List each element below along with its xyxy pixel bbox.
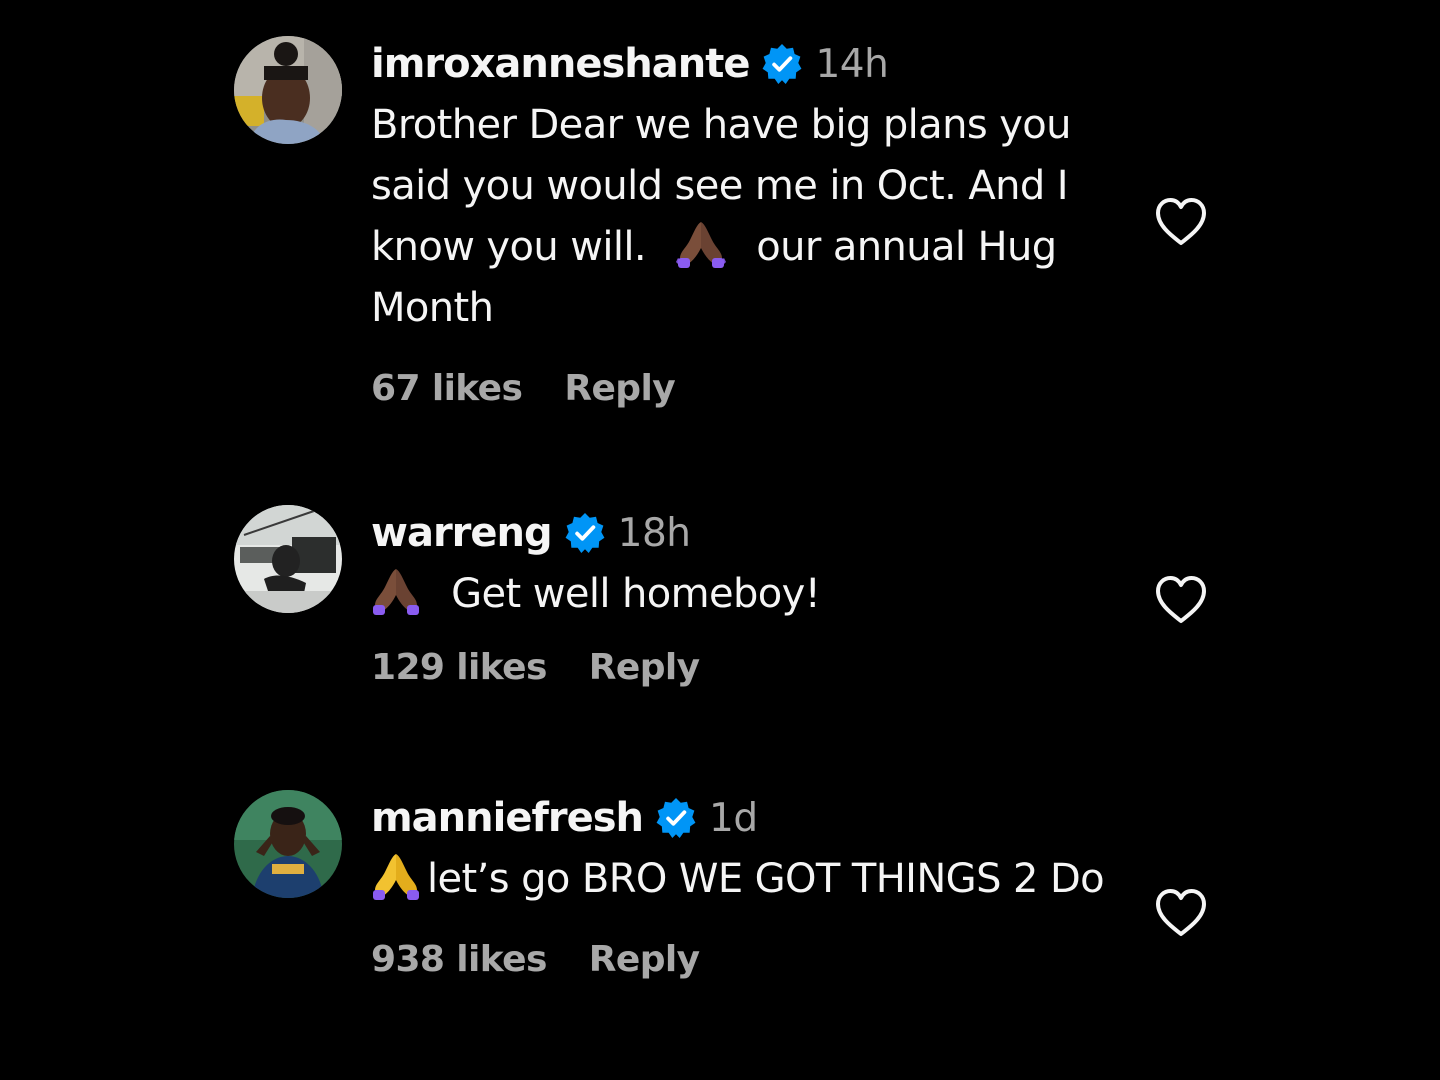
comment-header: imroxanneshante 14h — [371, 36, 1141, 92]
comment-header: manniefresh 1d — [371, 790, 1141, 846]
comment-time: 18h — [617, 510, 691, 556]
comment-body: manniefresh 1d let’s go BRO WE GOT THING… — [371, 790, 1141, 980]
folded-hands-icon — [371, 850, 421, 900]
comment-body: imroxanneshante 14h Brother Dear we have… — [371, 36, 1141, 409]
comment-text: Brother Dear we have big plans you said … — [371, 95, 1141, 339]
reply-button[interactable]: Reply — [589, 939, 700, 980]
reply-button[interactable]: Reply — [564, 368, 675, 409]
folded-hands-icon — [676, 218, 727, 268]
reply-button[interactable]: Reply — [589, 647, 700, 688]
comment-body: warreng 18h Get well homeboy! 129 likes … — [371, 505, 1141, 688]
heart-outline-icon[interactable] — [1153, 887, 1209, 939]
comment-meta: 129 likes Reply — [371, 647, 1141, 688]
username[interactable]: imroxanneshante — [371, 41, 750, 87]
likes-count[interactable]: 129 likes — [371, 647, 547, 688]
username[interactable]: warreng — [371, 510, 553, 556]
comment-text: let’s go BRO WE GOT THINGS 2 Do — [371, 849, 1141, 910]
verified-badge-icon — [655, 797, 697, 839]
heart-outline-icon[interactable] — [1153, 574, 1209, 626]
heart-outline-icon[interactable] — [1153, 196, 1209, 248]
comment-text: Get well homeboy! — [371, 564, 1141, 625]
folded-hands-icon — [371, 565, 421, 615]
comment-time: 14h — [815, 41, 889, 87]
likes-count[interactable]: 938 likes — [371, 939, 547, 980]
verified-badge-icon — [564, 512, 606, 554]
avatar[interactable] — [234, 36, 342, 144]
verified-badge-icon — [761, 43, 803, 85]
likes-count[interactable]: 67 likes — [371, 368, 523, 409]
comment-meta: 67 likes Reply — [371, 368, 1141, 409]
comment-time: 1d — [709, 795, 758, 841]
avatar[interactable] — [234, 790, 342, 898]
avatar[interactable] — [234, 505, 342, 613]
comment-text-part2: Get well homeboy! — [451, 571, 821, 617]
comment-text-part2: let’s go BRO WE GOT THINGS 2 Do — [427, 856, 1105, 902]
comment-meta: 938 likes Reply — [371, 939, 1141, 980]
username[interactable]: manniefresh — [371, 795, 644, 841]
comment-header: warreng 18h — [371, 505, 1141, 561]
